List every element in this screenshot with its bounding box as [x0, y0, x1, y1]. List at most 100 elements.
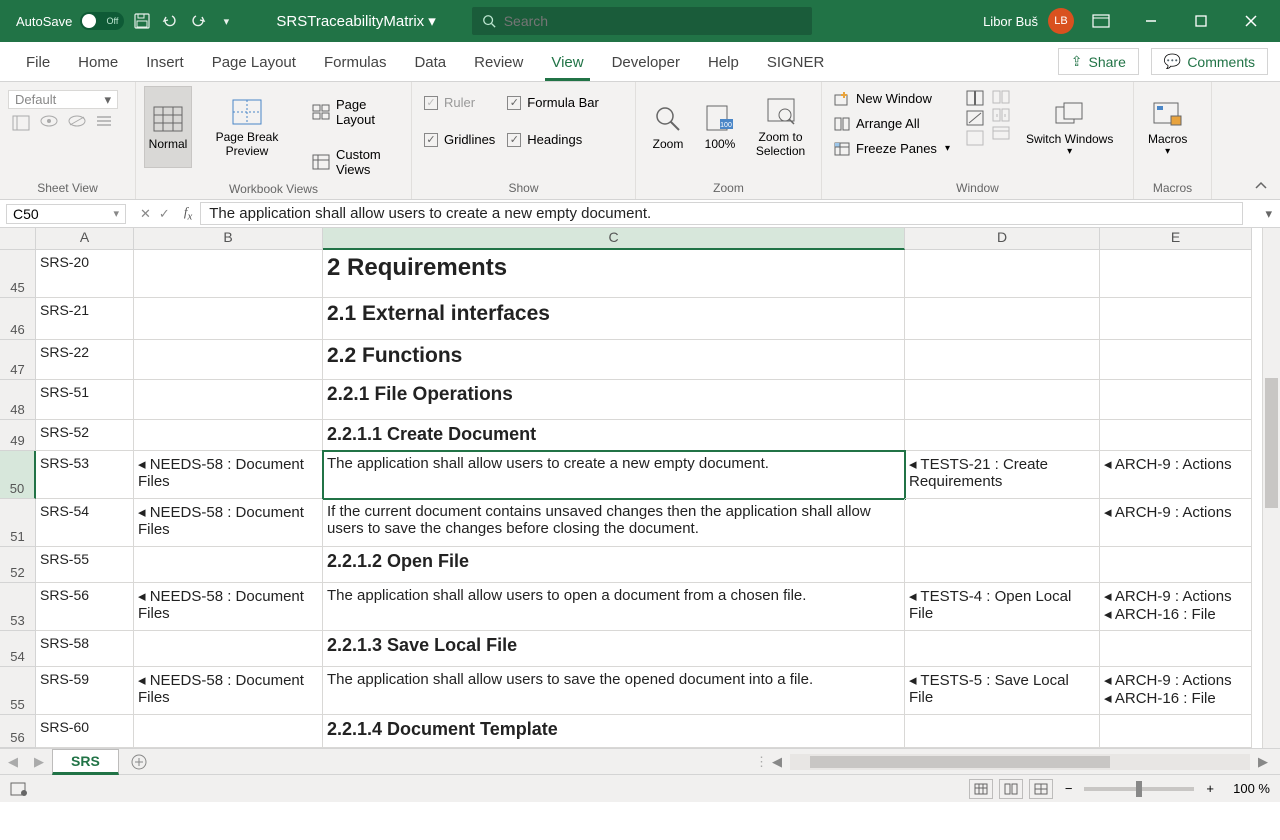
- search-input[interactable]: [504, 13, 784, 29]
- freeze-panes-button[interactable]: Freeze Panes▾: [830, 138, 954, 159]
- row-header[interactable]: 47: [0, 340, 36, 380]
- zoom-in-icon[interactable]: +: [1200, 781, 1220, 796]
- comments-button[interactable]: 💬Comments: [1151, 48, 1268, 75]
- name-box[interactable]: C50: [6, 204, 126, 224]
- avatar[interactable]: LB: [1048, 8, 1074, 34]
- side-by-side-icon[interactable]: [992, 90, 1010, 104]
- enter-formula-icon[interactable]: ✓: [159, 206, 170, 222]
- row-header[interactable]: 56: [0, 715, 36, 748]
- ribbon-collapse-icon[interactable]: [1242, 82, 1280, 199]
- normal-view-button[interactable]: Normal: [144, 86, 192, 168]
- column-header[interactable]: D: [905, 228, 1100, 250]
- autosave-toggle[interactable]: Off: [80, 12, 124, 30]
- hide-icon[interactable]: [966, 110, 984, 126]
- add-sheet-button[interactable]: [125, 751, 153, 773]
- row-header[interactable]: 54: [0, 631, 36, 667]
- cell[interactable]: [134, 631, 323, 667]
- cell[interactable]: [905, 715, 1100, 748]
- cell[interactable]: ◂ NEEDS-58 : Document Files: [134, 451, 323, 499]
- sheet-tab-srs[interactable]: SRS: [52, 749, 119, 775]
- maximize-icon[interactable]: [1178, 1, 1224, 41]
- tab-view[interactable]: View: [537, 46, 597, 81]
- cell[interactable]: [134, 547, 323, 583]
- hscroll-grip[interactable]: ⋮: [755, 754, 768, 770]
- cell[interactable]: SRS-51: [36, 380, 134, 420]
- cell[interactable]: [1100, 380, 1252, 420]
- cell[interactable]: SRS-56: [36, 583, 134, 631]
- formula-expand-icon[interactable]: ▾: [1257, 206, 1280, 222]
- cell[interactable]: 2 Requirements: [323, 250, 905, 298]
- row-header[interactable]: 52: [0, 547, 36, 583]
- column-header[interactable]: C: [323, 228, 905, 250]
- cell[interactable]: If the current document contains unsaved…: [323, 499, 905, 547]
- tab-file[interactable]: File: [12, 46, 64, 81]
- column-header[interactable]: E: [1100, 228, 1252, 250]
- cell[interactable]: ◂ NEEDS-58 : Document Files: [134, 667, 323, 715]
- fx-icon[interactable]: fx: [178, 204, 198, 223]
- cell[interactable]: ◂ NEEDS-58 : Document Files: [134, 499, 323, 547]
- sheet-view-dropdown[interactable]: Default: [8, 90, 118, 109]
- formula-bar-checkbox[interactable]: ✓Formula Bar: [503, 92, 603, 113]
- close-icon[interactable]: [1228, 1, 1274, 41]
- vertical-scrollbar[interactable]: [1262, 228, 1280, 748]
- hscroll-right-icon[interactable]: ▶: [1254, 754, 1272, 770]
- page-break-button[interactable]: Page Break Preview: [196, 86, 298, 168]
- split-icon[interactable]: [966, 90, 984, 106]
- search-box[interactable]: [472, 7, 812, 35]
- cell[interactable]: SRS-58: [36, 631, 134, 667]
- cell[interactable]: [134, 715, 323, 748]
- cell[interactable]: [905, 631, 1100, 667]
- cell[interactable]: ◂ TESTS-4 : Open Local File: [905, 583, 1100, 631]
- zoom-selection-button[interactable]: Zoom to Selection: [748, 86, 813, 168]
- cell[interactable]: 2.2 Functions: [323, 340, 905, 380]
- cancel-formula-icon[interactable]: ✕: [140, 206, 151, 222]
- cell[interactable]: [905, 340, 1100, 380]
- cell[interactable]: ◂ TESTS-5 : Save Local File: [905, 667, 1100, 715]
- cell[interactable]: SRS-60: [36, 715, 134, 748]
- cell[interactable]: [905, 499, 1100, 547]
- custom-views-button[interactable]: Custom Views: [308, 144, 403, 180]
- cell[interactable]: [1100, 547, 1252, 583]
- new-window-button[interactable]: New Window: [830, 88, 954, 109]
- view-page-layout-icon[interactable]: [999, 779, 1023, 799]
- tab-formulas[interactable]: Formulas: [310, 46, 401, 81]
- cell[interactable]: 2.2.1.4 Document Template: [323, 715, 905, 748]
- tab-data[interactable]: Data: [400, 46, 460, 81]
- reset-position-icon[interactable]: [992, 126, 1010, 140]
- cell[interactable]: SRS-59: [36, 667, 134, 715]
- cell[interactable]: SRS-52: [36, 420, 134, 451]
- ribbon-mode-icon[interactable]: [1078, 1, 1124, 41]
- cell[interactable]: [134, 380, 323, 420]
- cell[interactable]: 2.2.1 File Operations: [323, 380, 905, 420]
- cell[interactable]: ◂ ARCH-9 : Actions ◂ ARCH-16 : File: [1100, 583, 1252, 631]
- tab-review[interactable]: Review: [460, 46, 537, 81]
- row-header[interactable]: 51: [0, 499, 36, 547]
- cell[interactable]: The application shall allow users to sav…: [323, 667, 905, 715]
- row-header[interactable]: 53: [0, 583, 36, 631]
- tab-developer[interactable]: Developer: [598, 46, 694, 81]
- ruler-checkbox[interactable]: ✓Ruler: [420, 92, 499, 113]
- cell[interactable]: ◂ NEEDS-58 : Document Files: [134, 583, 323, 631]
- redo-icon[interactable]: [188, 11, 208, 31]
- row-header[interactable]: 48: [0, 380, 36, 420]
- qat-dropdown-icon[interactable]: ▾: [216, 11, 236, 31]
- cell[interactable]: The application shall allow users to ope…: [323, 583, 905, 631]
- undo-icon[interactable]: [160, 11, 180, 31]
- cell[interactable]: ◂ TESTS-21 : Create Requirements: [905, 451, 1100, 499]
- cell[interactable]: 2.2.1.2 Open File: [323, 547, 905, 583]
- column-header[interactable]: A: [36, 228, 134, 250]
- cell[interactable]: 2.2.1.1 Create Document: [323, 420, 905, 451]
- sheet-nav-prev[interactable]: ◀: [0, 754, 26, 770]
- macros-button[interactable]: Macros▾: [1142, 86, 1193, 168]
- cell[interactable]: [134, 250, 323, 298]
- cell[interactable]: [905, 298, 1100, 340]
- cell[interactable]: [134, 340, 323, 380]
- cell[interactable]: 2.2.1.3 Save Local File: [323, 631, 905, 667]
- tab-insert[interactable]: Insert: [132, 46, 198, 81]
- hscroll-left-icon[interactable]: ◀: [768, 754, 786, 770]
- unhide-icon[interactable]: [966, 130, 984, 146]
- minimize-icon[interactable]: [1128, 1, 1174, 41]
- cell[interactable]: SRS-55: [36, 547, 134, 583]
- row-header[interactable]: 50: [0, 451, 36, 499]
- row-header[interactable]: 55: [0, 667, 36, 715]
